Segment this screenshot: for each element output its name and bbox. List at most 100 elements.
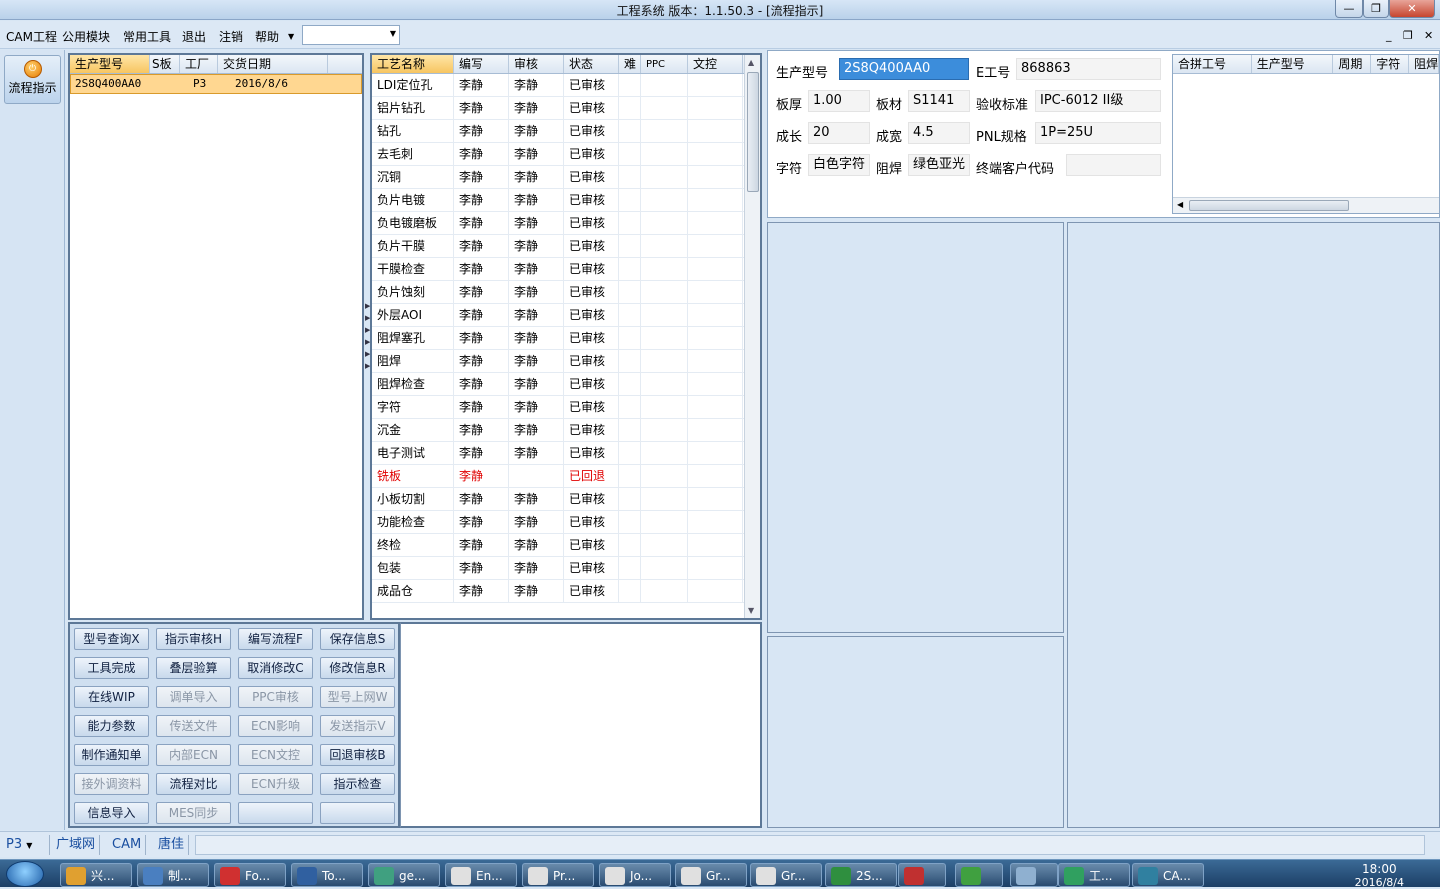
- taskbar-app[interactable]: To...: [291, 863, 363, 887]
- action-button[interactable]: [320, 802, 395, 824]
- action-button[interactable]: 能力参数: [74, 715, 149, 737]
- table-row[interactable]: 2S8Q400AA0 P3 2016/8/6: [70, 74, 362, 94]
- taskbar-app[interactable]: Pr...: [522, 863, 594, 887]
- col-model[interactable]: 生产型号: [70, 55, 150, 73]
- col-process-name[interactable]: 工艺名称: [372, 55, 454, 73]
- action-button[interactable]: PPC审核: [238, 686, 313, 708]
- table-row[interactable]: 铣板 李静 已回退: [372, 465, 760, 488]
- scroll-thumb[interactable]: [747, 72, 759, 192]
- taskbar-app[interactable]: Fo...: [214, 863, 286, 887]
- table-row[interactable]: 沉铜 李静 李静 已审核: [372, 166, 760, 189]
- col-cycle[interactable]: 周期: [1333, 55, 1372, 73]
- action-button[interactable]: 传送文件: [156, 715, 231, 737]
- menu-tools[interactable]: 常用工具: [123, 28, 171, 45]
- taskbar-app[interactable]: ge...: [368, 863, 440, 887]
- length-field[interactable]: 20: [808, 122, 870, 144]
- taskbar-app[interactable]: Jo...: [599, 863, 671, 887]
- mdi-close-button[interactable]: ✕: [1424, 29, 1433, 42]
- table-row[interactable]: 阻焊塞孔 李静 李静 已审核: [372, 327, 760, 350]
- action-button[interactable]: 型号查询X: [74, 628, 149, 650]
- action-button[interactable]: 内部ECN: [156, 744, 231, 766]
- table-row[interactable]: 功能检查 李静 李静 已审核: [372, 511, 760, 534]
- action-button[interactable]: 回退审核B: [320, 744, 395, 766]
- menu-combo[interactable]: ▼: [302, 25, 400, 45]
- col-date[interactable]: 交货日期: [218, 55, 328, 73]
- scroll-left-icon[interactable]: ◀: [1177, 200, 1183, 209]
- e-no-field[interactable]: 868863: [1016, 58, 1161, 80]
- action-button[interactable]: 修改信息R: [320, 657, 395, 679]
- horizontal-scrollbar[interactable]: ◀: [1173, 197, 1439, 213]
- table-row[interactable]: 成品仓 李静 李静 已审核: [372, 580, 760, 603]
- mdi-minimize-button[interactable]: _: [1386, 29, 1392, 42]
- help-dropdown-icon[interactable]: ▼: [288, 32, 294, 41]
- notes-area[interactable]: [400, 622, 762, 828]
- col-merge-model[interactable]: 生产型号: [1252, 55, 1334, 73]
- taskbar-app[interactable]: [1010, 863, 1058, 887]
- action-button[interactable]: ECN文控: [238, 744, 313, 766]
- start-button[interactable]: [6, 861, 44, 887]
- table-row[interactable]: 铝片钻孔 李静 李静 已审核: [372, 97, 760, 120]
- action-button[interactable]: [238, 802, 313, 824]
- col-writer[interactable]: 编写: [454, 55, 509, 73]
- taskbar-app[interactable]: CA...: [1132, 863, 1204, 887]
- table-row[interactable]: 阻焊检查 李静 李静 已审核: [372, 373, 760, 396]
- menu-help[interactable]: 帮助: [255, 28, 279, 45]
- taskbar-app[interactable]: [898, 863, 946, 887]
- taskbar-app[interactable]: [955, 863, 1003, 887]
- table-row[interactable]: LDI定位孔 李静 李静 已审核: [372, 74, 760, 97]
- flow-indicator-button[interactable]: ⏻ 流程指示: [4, 55, 61, 104]
- pnl-field[interactable]: 1P=25U: [1035, 122, 1161, 144]
- table-row[interactable]: 负电镀磨板 李静 李静 已审核: [372, 212, 760, 235]
- table-row[interactable]: 去毛刺 李静 李静 已审核: [372, 143, 760, 166]
- col-merge-no[interactable]: 合拼工号: [1173, 55, 1252, 73]
- action-button[interactable]: 在线WIP: [74, 686, 149, 708]
- table-row[interactable]: 终检 李静 李静 已审核: [372, 534, 760, 557]
- vertical-scrollbar[interactable]: ▲ ▼: [744, 55, 760, 618]
- col-s[interactable]: S板: [150, 55, 180, 73]
- table-row[interactable]: 字符 李静 李静 已审核: [372, 396, 760, 419]
- model-field[interactable]: 2S8Q400AA0: [839, 58, 969, 80]
- table-row[interactable]: 干膜检查 李静 李静 已审核: [372, 258, 760, 281]
- menu-cam[interactable]: CAM工程: [6, 28, 57, 45]
- scroll-down-icon[interactable]: ▼: [748, 606, 754, 615]
- action-button[interactable]: ECN升级: [238, 773, 313, 795]
- standard-field[interactable]: IPC-6012 II级: [1035, 90, 1161, 112]
- col-ppc[interactable]: PPC: [641, 55, 688, 73]
- action-button[interactable]: 型号上网W: [320, 686, 395, 708]
- menu-exit[interactable]: 退出: [182, 28, 206, 45]
- table-row[interactable]: 电子测试 李静 李静 已审核: [372, 442, 760, 465]
- menu-common-module[interactable]: 公用模块: [62, 28, 110, 45]
- table-row[interactable]: 外层AOI 李静 李静 已审核: [372, 304, 760, 327]
- action-button[interactable]: 制作通知单: [74, 744, 149, 766]
- action-button[interactable]: ECN影响: [238, 715, 313, 737]
- action-button[interactable]: 发送指示V: [320, 715, 395, 737]
- action-button[interactable]: 保存信息S: [320, 628, 395, 650]
- action-button[interactable]: MES同步: [156, 802, 231, 824]
- taskbar-app[interactable]: Gr...: [750, 863, 822, 887]
- taskbar-app[interactable]: Gr...: [675, 863, 747, 887]
- col-reviewer[interactable]: 审核: [509, 55, 564, 73]
- thickness-field[interactable]: 1.00: [808, 90, 870, 112]
- col-difficulty[interactable]: 难: [619, 55, 641, 73]
- col-char[interactable]: 字符: [1371, 55, 1410, 73]
- action-button[interactable]: 信息导入: [74, 802, 149, 824]
- menu-logout[interactable]: 注销: [219, 28, 243, 45]
- char-field[interactable]: 白色字符: [808, 154, 870, 176]
- table-row[interactable]: 钻孔 李静 李静 已审核: [372, 120, 760, 143]
- taskbar-app[interactable]: 工...: [1058, 863, 1130, 887]
- width-field[interactable]: 4.5: [908, 122, 970, 144]
- mask-field[interactable]: 绿色亚光: [908, 154, 970, 176]
- maximize-button[interactable]: ❐: [1363, 0, 1389, 18]
- scroll-up-icon[interactable]: ▲: [748, 58, 754, 67]
- action-button[interactable]: 指示审核H: [156, 628, 231, 650]
- clock[interactable]: 18:00 2016/8/4: [1355, 863, 1404, 889]
- table-row[interactable]: 负片电镀 李静 李静 已审核: [372, 189, 760, 212]
- col-status[interactable]: 状态: [564, 55, 619, 73]
- action-button[interactable]: 取消修改C: [238, 657, 313, 679]
- minimize-button[interactable]: —: [1335, 0, 1363, 18]
- action-button[interactable]: 流程对比: [156, 773, 231, 795]
- hscroll-thumb[interactable]: [1189, 200, 1349, 211]
- table-row[interactable]: 阻焊 李静 李静 已审核: [372, 350, 760, 373]
- mdi-restore-button[interactable]: ❐: [1403, 29, 1413, 42]
- action-button[interactable]: 接外调资料: [74, 773, 149, 795]
